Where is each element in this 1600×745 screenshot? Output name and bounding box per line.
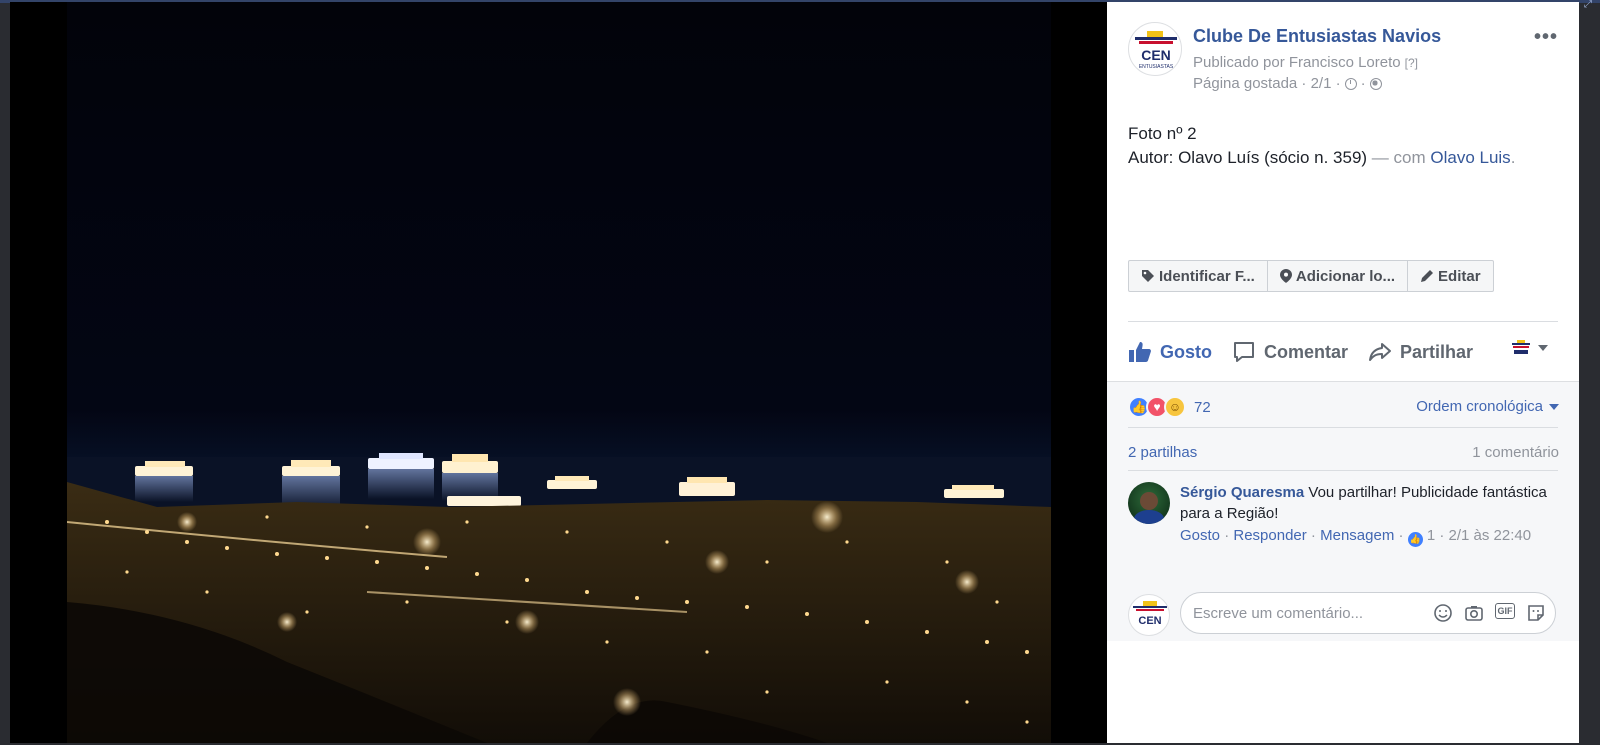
thumbs-up-icon: 👍 (1407, 532, 1423, 547)
meta-separator: · (1394, 527, 1408, 544)
comment-timestamp[interactable]: 2/1 às 22:40 (1449, 527, 1532, 544)
tag-icon (1142, 270, 1154, 282)
comment-composer: CEN GIF (1128, 592, 1558, 636)
published-by: Publicado por Francisco Loreto [?] (1193, 54, 1418, 71)
chevron-down-icon (1549, 403, 1559, 410)
published-by-text: Publicado por Francisco Loreto (1193, 54, 1401, 71)
meta-separator: · (1360, 75, 1366, 92)
pencil-icon (1421, 270, 1434, 282)
sticker-icon[interactable] (1526, 603, 1546, 623)
help-link[interactable]: [?] (1405, 56, 1418, 70)
more-options-button[interactable]: ••• (1534, 26, 1558, 49)
comments-count: 1 comentário (1472, 444, 1559, 461)
post-action-bar: Gosto Comentar Partilhar (1128, 332, 1558, 372)
caption-author: Autor: Olavo Luís (sócio n. 359) (1128, 148, 1368, 167)
camera-icon[interactable] (1464, 603, 1484, 623)
cen-logo-icon: CEN ENTUSIASTAS (1135, 31, 1177, 70)
share-label: Partilhar (1400, 341, 1474, 362)
divider (1128, 470, 1558, 471)
clock-icon[interactable] (1344, 77, 1357, 90)
comment-body: Sérgio Quaresma Vou partilhar! Publicida… (1180, 482, 1550, 547)
speech-bubble-icon (1234, 342, 1254, 362)
edit-label: Editar (1438, 267, 1481, 285)
add-location-button[interactable]: Adicionar lo... (1268, 261, 1409, 291)
post-header: CEN ENTUSIASTAS Clube De Entusiastas Nav… (1128, 22, 1558, 92)
comment-like-link[interactable]: Gosto (1180, 527, 1220, 544)
meta-separator: · (1220, 527, 1234, 544)
reactions-summary[interactable]: 👍 ♥ ☺ 72 (1128, 396, 1211, 418)
meta-separator: · (1435, 527, 1449, 544)
caption-line-2: Autor: Olavo Luís (sócio n. 359) — com O… (1128, 146, 1515, 170)
night-harbor-image (67, 453, 1051, 743)
share-button[interactable]: Partilhar (1368, 340, 1473, 364)
divider (1128, 427, 1558, 428)
caption-with: — com (1367, 148, 1431, 167)
like-button[interactable]: Gosto (1128, 340, 1212, 364)
smiley-icon[interactable] (1433, 603, 1453, 623)
haha-reaction-icon: ☺ (1164, 396, 1186, 418)
comment-author-link[interactable]: Sérgio Quaresma (1180, 484, 1304, 501)
thumbs-up-icon (1129, 342, 1151, 362)
globe-icon[interactable] (1369, 77, 1382, 90)
comment-like-count[interactable]: 1 (1427, 527, 1435, 544)
logo-text: CEN (1138, 615, 1161, 627)
caption-line-1: Foto nº 2 (1128, 124, 1197, 143)
comment-reply-link[interactable]: Responder (1233, 527, 1306, 544)
reaction-count[interactable]: 72 (1194, 399, 1211, 416)
page-name-link[interactable]: Clube De Entusiastas Navios (1193, 26, 1441, 47)
like-label: Gosto (1160, 341, 1212, 362)
cen-logo-icon: CEN (1133, 601, 1167, 627)
comment-order-dropdown[interactable]: Ordem cronológica (1416, 398, 1559, 415)
post-as-selector[interactable] (1510, 340, 1548, 356)
chevron-down-icon (1538, 345, 1548, 351)
logo-subtext: ENTUSIASTAS (1139, 64, 1174, 70)
tag-photo-label: Identificar F... (1159, 267, 1255, 285)
engagement-section: 👍 ♥ ☺ 72 Ordem cronológica 2 partilhas 1… (1107, 381, 1579, 641)
post-details-panel: CEN ENTUSIASTAS Clube De Entusiastas Nav… (1107, 2, 1579, 743)
location-pin-icon (1279, 269, 1292, 283)
tagged-person-link[interactable]: Olavo Luis (1430, 148, 1510, 167)
shares-count-link[interactable]: 2 partilhas (1128, 444, 1197, 461)
post-photo (67, 2, 1051, 743)
expand-icon[interactable]: ⤢ (1584, 0, 1596, 10)
comment-text-block: Sérgio Quaresma Vou partilhar! Publicida… (1180, 482, 1550, 524)
divider (1128, 321, 1558, 322)
composer-tools: GIF (1433, 603, 1546, 623)
caption-end: . (1510, 148, 1516, 167)
logo-text: CEN (1141, 47, 1171, 63)
comment-label: Comentar (1264, 341, 1349, 362)
comment-button[interactable]: Comentar (1232, 340, 1348, 364)
edit-button[interactable]: Editar (1408, 261, 1493, 291)
photo-stage[interactable] (10, 2, 1107, 743)
tag-photo-button[interactable]: Identificar F... (1129, 261, 1268, 291)
my-avatar: CEN (1128, 594, 1170, 636)
share-arrow-icon (1369, 343, 1392, 361)
post-meta-text[interactable]: Página gostada · 2/1 · (1193, 75, 1341, 92)
commenter-avatar[interactable] (1128, 482, 1170, 524)
comment-meta: Gosto · Responder · Mensagem · 👍 1 · 2/1… (1180, 525, 1550, 547)
photo-actions: Identificar F... Adicionar lo... Editar (1128, 260, 1494, 292)
add-location-label: Adicionar lo... (1295, 267, 1396, 285)
page-mini-logo-icon (1510, 340, 1532, 356)
comment-message-link[interactable]: Mensagem (1320, 527, 1394, 544)
post-caption: Foto nº 2 Autor: Olavo Luís (sócio n. 35… (1128, 122, 1515, 170)
order-label: Ordem cronológica (1416, 398, 1543, 415)
gif-icon[interactable]: GIF (1495, 603, 1515, 619)
post-meta: Página gostada · 2/1 · · (1193, 75, 1382, 92)
meta-separator: · (1306, 527, 1321, 544)
page-avatar[interactable]: CEN ENTUSIASTAS (1128, 22, 1182, 76)
